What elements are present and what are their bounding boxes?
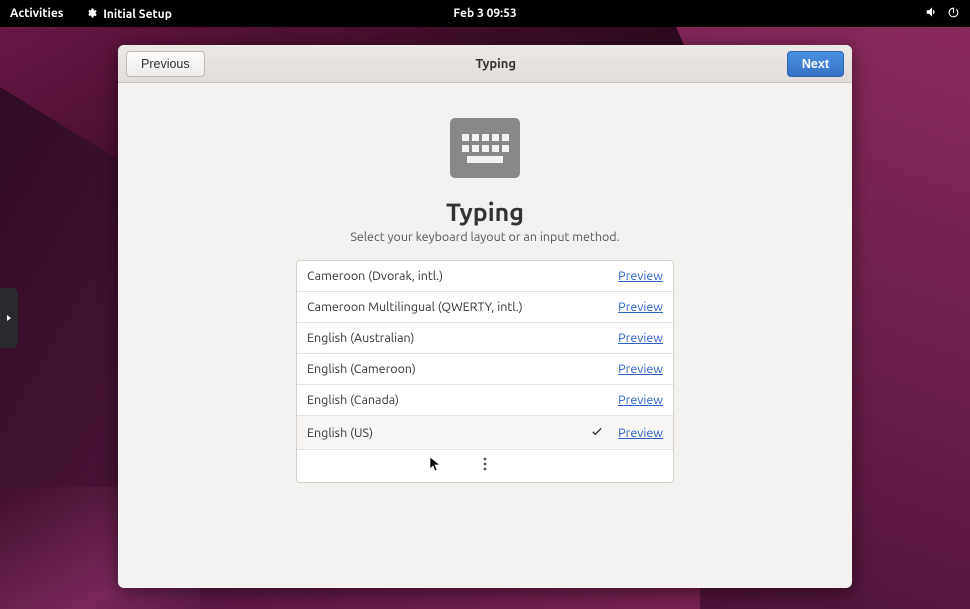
power-icon[interactable] [947, 6, 960, 22]
more-icon [483, 457, 487, 475]
window-header: Previous Typing Next [118, 45, 852, 83]
preview-link[interactable]: Preview [618, 269, 663, 283]
list-item[interactable]: Cameroon Multilingual (QWERTY, intl.) Pr… [297, 292, 673, 323]
page-title: Typing [446, 198, 524, 226]
keyboard-icon [450, 118, 520, 178]
topbar-left: Activities Initial Setup [10, 7, 172, 21]
desktop: Previous Typing Next Typing Select your … [0, 27, 970, 609]
setup-window: Previous Typing Next Typing Select your … [118, 45, 852, 588]
layout-name: Cameroon (Dvorak, intl.) [307, 269, 443, 283]
window-title: Typing [475, 57, 516, 71]
list-item[interactable]: English (Australian) Preview [297, 323, 673, 354]
layout-name: English (US) [307, 426, 373, 440]
page-subtitle: Select your keyboard layout or an input … [350, 230, 619, 244]
checkmark-icon [590, 424, 604, 441]
layout-name: English (Canada) [307, 393, 399, 407]
side-dock[interactable] [0, 288, 18, 348]
list-item[interactable]: Cameroon (Dvorak, intl.) Preview [297, 261, 673, 292]
clock[interactable]: Feb 3 09:53 [453, 7, 516, 20]
preview-link[interactable]: Preview [618, 331, 663, 345]
list-item[interactable]: English (Canada) Preview [297, 385, 673, 416]
next-button[interactable]: Next [787, 51, 844, 77]
content: Typing Select your keyboard layout or an… [118, 83, 852, 588]
list-item[interactable]: English (Cameroon) Preview [297, 354, 673, 385]
topbar: Activities Initial Setup Feb 3 09:53 [0, 0, 970, 27]
status-icons[interactable] [925, 5, 960, 22]
app-name[interactable]: Initial Setup [85, 7, 171, 21]
layout-name: English (Cameroon) [307, 362, 416, 376]
volume-icon[interactable] [925, 5, 939, 22]
list-item[interactable]: English (US) Preview [297, 416, 673, 450]
activities-button[interactable]: Activities [10, 7, 63, 20]
layout-name: Cameroon Multilingual (QWERTY, intl.) [307, 300, 523, 314]
previous-button[interactable]: Previous [126, 51, 205, 77]
preview-link[interactable]: Preview [618, 426, 663, 440]
preview-link[interactable]: Preview [618, 300, 663, 314]
more-options-row[interactable] [297, 450, 673, 482]
preview-link[interactable]: Preview [618, 393, 663, 407]
layout-name: English (Australian) [307, 331, 414, 345]
keyboard-layout-list: Cameroon (Dvorak, intl.) Preview Cameroo… [296, 260, 674, 483]
gear-icon [85, 8, 103, 21]
preview-link[interactable]: Preview [618, 362, 663, 376]
